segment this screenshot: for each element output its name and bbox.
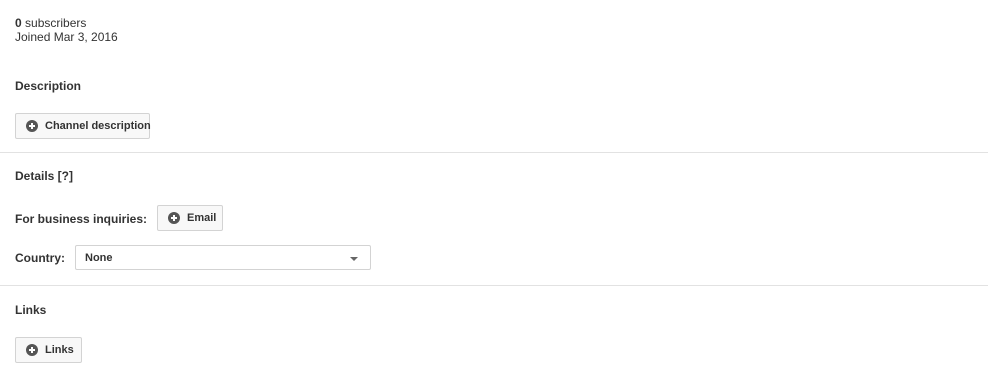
add-email-label: Email: [187, 212, 217, 224]
add-email-button[interactable]: Email: [157, 205, 223, 231]
description-heading: Description: [15, 79, 82, 93]
business-inquiries-label: For business inquiries:: [15, 212, 148, 226]
caret-down-icon: [350, 257, 358, 261]
subscriber-count: 0 subscribers: [15, 16, 118, 30]
links-heading: Links: [15, 303, 47, 317]
subscriber-count-value: 0: [15, 16, 22, 30]
add-links-button[interactable]: Links: [15, 337, 82, 363]
add-channel-description-label: Channel description: [45, 120, 151, 132]
add-links-label: Links: [45, 344, 74, 356]
section-divider: [0, 285, 988, 286]
country-select-value: None: [85, 252, 113, 264]
details-heading: Details [?]: [15, 169, 74, 183]
channel-stats: 0 subscribers Joined Mar 3, 2016: [15, 16, 118, 44]
country-select[interactable]: None: [75, 245, 371, 270]
add-channel-description-button[interactable]: Channel description: [15, 113, 151, 139]
add-circle-icon: [168, 212, 180, 224]
add-circle-icon: [26, 344, 38, 356]
add-circle-icon: [26, 120, 38, 132]
subscriber-count-label: subscribers: [25, 16, 87, 30]
section-divider: [0, 152, 988, 153]
country-label: Country:: [15, 251, 65, 265]
joined-date: Joined Mar 3, 2016: [15, 30, 118, 44]
